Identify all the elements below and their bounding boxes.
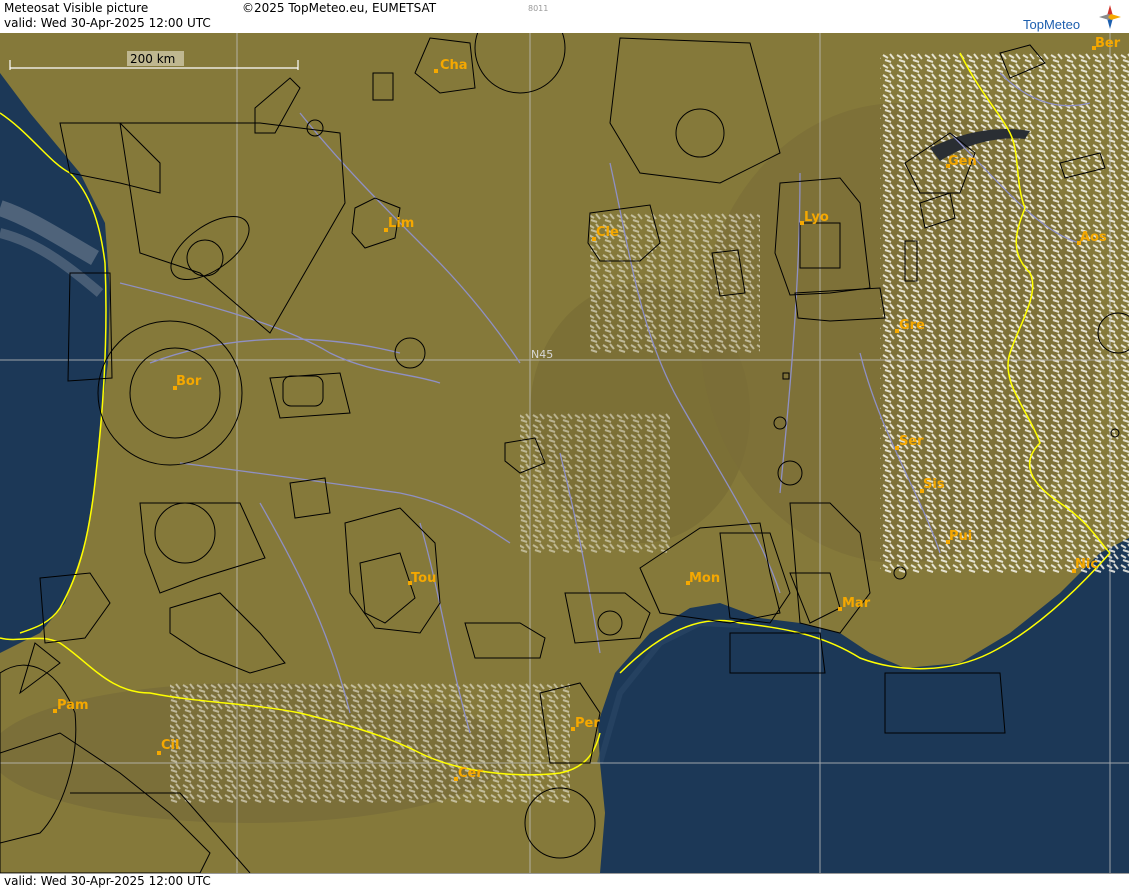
copyright: ©2025 TopMeteo.eu, EUMETSAT	[242, 1, 437, 15]
product-code: 8011	[528, 4, 549, 13]
svg-text:Lim: Lim	[388, 216, 414, 231]
svg-text:Cil: Cil	[161, 738, 179, 753]
svg-text:Cer: Cer	[458, 766, 483, 781]
city-cle[interactable]: Cle	[592, 225, 619, 241]
svg-text:Ber: Ber	[1095, 36, 1121, 51]
snow-cevennes	[520, 413, 670, 553]
svg-text:Pui: Pui	[949, 529, 972, 544]
city-cil[interactable]: Cil	[157, 738, 179, 755]
footer-bar: valid: Wed 30-Apr-2025 12:00 UTC	[0, 873, 1129, 888]
svg-text:Mon: Mon	[689, 571, 720, 586]
compass-icon	[1099, 5, 1121, 29]
topmeteo-logo[interactable]: TopMeteo	[1023, 3, 1123, 32]
svg-text:Per: Per	[575, 716, 600, 731]
footer-valid-time: valid: Wed 30-Apr-2025 12:00 UTC	[4, 874, 211, 888]
svg-text:Gre: Gre	[899, 318, 925, 333]
svg-text:Bor: Bor	[176, 374, 202, 389]
valid-time: valid: Wed 30-Apr-2025 12:00 UTC	[4, 16, 211, 30]
product-title: Meteosat Visible picture	[4, 1, 149, 15]
city-lyo[interactable]: Lyo	[800, 210, 829, 225]
city-aos[interactable]: Aos	[1077, 230, 1107, 245]
city-gen[interactable]: Gen	[946, 154, 977, 169]
svg-text:Lyo: Lyo	[804, 210, 829, 225]
city-pam[interactable]: Pam	[53, 698, 89, 713]
svg-text:Pam: Pam	[57, 698, 89, 713]
city-tou[interactable]: Tou	[408, 571, 436, 586]
city-nic[interactable]: Nic	[1072, 557, 1098, 573]
svg-text:Aos: Aos	[1080, 230, 1107, 245]
svg-text:Gen: Gen	[948, 154, 977, 169]
svg-text:Cle: Cle	[596, 225, 619, 240]
satellite-map[interactable]: N45 200 km Cha Ber Gen Lim Cle Lyo Aos G…	[0, 33, 1129, 873]
city-bor[interactable]: Bor	[173, 374, 202, 390]
city-ser[interactable]: Ser	[895, 434, 924, 450]
header-bar: Meteosat Visible picture valid: Wed 30-A…	[0, 0, 1129, 34]
svg-text:Ser: Ser	[899, 434, 924, 449]
grid-label: N45	[531, 348, 553, 361]
scale-label: 200 km	[130, 52, 175, 66]
city-ber[interactable]: Ber	[1092, 36, 1121, 51]
snow-pyrenees	[170, 683, 570, 803]
city-cer[interactable]: Cer	[454, 766, 483, 781]
svg-text:Cha: Cha	[440, 58, 468, 73]
svg-text:Mar: Mar	[842, 596, 871, 611]
city-mar[interactable]: Mar	[838, 596, 871, 611]
city-per[interactable]: Per	[571, 716, 600, 731]
svg-text:Sis: Sis	[923, 477, 945, 492]
city-lim[interactable]: Lim	[384, 216, 414, 232]
city-pui[interactable]: Pui	[946, 529, 972, 544]
city-mon[interactable]: Mon	[686, 571, 720, 586]
city-cha[interactable]: Cha	[434, 58, 468, 73]
city-sis[interactable]: Sis	[920, 477, 945, 493]
city-gre[interactable]: Gre	[895, 318, 925, 333]
logo-text: TopMeteo	[1023, 17, 1081, 32]
svg-text:Tou: Tou	[411, 571, 436, 586]
svg-text:Nic: Nic	[1075, 557, 1098, 572]
